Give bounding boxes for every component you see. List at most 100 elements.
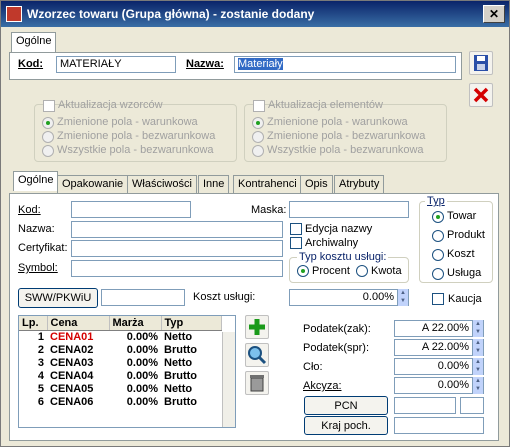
kaucja-label: Kaucja	[448, 293, 482, 305]
clo-spinner[interactable]: ▲ ▼	[472, 358, 483, 375]
typ-title: Typ	[425, 195, 447, 207]
elementow-option-3-label: Wszystkie pola - bezwarunkowa	[267, 144, 424, 156]
cell-cena: CENA05	[50, 382, 94, 395]
towar-label: Towar	[447, 210, 477, 222]
cell-marza: 0.00%	[126, 330, 158, 343]
pcn-input-2[interactable]	[460, 397, 484, 414]
search-price-button[interactable]	[245, 343, 269, 367]
cancel-button[interactable]	[469, 83, 493, 107]
header-cena[interactable]: Cena	[47, 316, 110, 331]
table-row[interactable]: 1 CENA01 0.00% Netto	[19, 330, 221, 343]
form-kod-input[interactable]	[71, 201, 191, 218]
podatek-zak-spinner[interactable]: ▲ ▼	[472, 320, 483, 337]
archiwalny-checkbox[interactable]	[290, 237, 302, 249]
produkt-label: Produkt	[447, 229, 485, 241]
cell-marza: 0.00%	[126, 369, 158, 382]
header-marza[interactable]: Marża	[109, 316, 162, 331]
app-icon	[6, 6, 22, 22]
tab-kontrahenci[interactable]: Kontrahenci	[233, 175, 302, 193]
nazwa-value: Materiały	[238, 58, 283, 70]
save-button[interactable]	[469, 51, 493, 75]
title-bar: Wzorzec towaru (Grupa główna) - zostanie…	[1, 1, 509, 27]
cell-lp: 4	[37, 369, 44, 382]
cell-typ: Brutto	[164, 395, 197, 408]
usluga-label: Usługa	[447, 267, 482, 279]
form-certyfikat-label: Certyfikat:	[18, 242, 68, 254]
tab-atrybuty[interactable]: Atrybuty	[334, 175, 385, 193]
typ-kosztu-title: Typ kosztu usługi:	[297, 251, 389, 263]
elementow-option-3-radio[interactable]	[252, 145, 264, 157]
cell-marza: 0.00%	[126, 395, 158, 408]
maska-input[interactable]	[289, 201, 409, 218]
procent-label: Procent	[312, 265, 350, 277]
form-certyfikat-input[interactable]	[71, 240, 283, 257]
kraj-pochodzenia-button[interactable]: Kraj poch.	[304, 416, 388, 435]
cell-typ: Netto	[164, 356, 193, 369]
tab-wlasciwosci[interactable]: Właściwości	[127, 175, 197, 193]
cell-cena: CENA04	[50, 369, 94, 382]
nazwa-input[interactable]: Materiały	[234, 56, 456, 73]
table-row[interactable]: 4 CENA04 0.00% Brutto	[19, 369, 221, 382]
elementow-option-2-radio[interactable]	[252, 131, 264, 143]
add-price-button[interactable]	[245, 315, 269, 339]
sww-pkwiu-input[interactable]	[101, 289, 185, 306]
grid-scrollbar[interactable]	[222, 332, 235, 427]
cell-marza: 0.00%	[126, 382, 158, 395]
podatek-spr-label: Podatek(spr):	[303, 342, 370, 354]
podatek-spr-spinner[interactable]: ▲ ▼	[472, 339, 483, 356]
kod-input[interactable]: MATERIAŁY	[56, 56, 176, 73]
tab-ogolne-top[interactable]: Ogólne	[11, 32, 57, 52]
form-kod-label: Kod:	[18, 204, 41, 216]
usluga-radio[interactable]	[432, 268, 444, 280]
produkt-radio[interactable]	[432, 230, 444, 242]
akcyza-spinner[interactable]: ▲ ▼	[472, 377, 483, 394]
cell-cena: CENA01	[50, 330, 94, 343]
koszt-uslugi-spinner[interactable]: ▲ ▼	[397, 289, 408, 306]
window-title: Wzorzec towaru (Grupa główna) - zostanie…	[27, 7, 315, 21]
table-row[interactable]: 5 CENA05 0.00% Netto	[19, 382, 221, 395]
aktualizacja-wzorcow-label: Aktualizacja wzorców	[58, 99, 163, 111]
form-symbol-input[interactable]	[71, 260, 283, 277]
aktualizacja-wzorcow-checkbox[interactable]	[43, 100, 55, 112]
tab-ogolne[interactable]: Ogólne	[13, 171, 59, 191]
sww-pkwiu-button[interactable]: SWW/PKWiU	[18, 288, 98, 308]
aktualizacja-elementow-checkbox[interactable]	[253, 100, 265, 112]
wzorcow-option-2-radio[interactable]	[42, 131, 54, 143]
akcyza-input[interactable]: 0.00%	[394, 377, 484, 394]
edycja-nazwy-checkbox[interactable]	[290, 223, 302, 235]
cell-marza: 0.00%	[126, 343, 158, 356]
elementow-option-1-radio[interactable]	[252, 117, 264, 129]
table-row[interactable]: 2 CENA02 0.00% Brutto	[19, 343, 221, 356]
wzorcow-option-3-radio[interactable]	[42, 145, 54, 157]
kod-label: Kod:	[18, 58, 44, 70]
header-lp[interactable]: Lp.	[19, 316, 48, 331]
kwota-radio[interactable]	[356, 265, 368, 277]
cell-marza: 0.00%	[126, 356, 158, 369]
delete-price-button[interactable]	[245, 371, 269, 395]
podatek-spr-input[interactable]: A 22.00%	[394, 339, 484, 356]
red-x-icon	[473, 87, 489, 103]
close-button[interactable]: ✕	[483, 5, 505, 23]
table-row[interactable]: 6 CENA06 0.00% Brutto	[19, 395, 221, 408]
kraj-pochodzenia-input[interactable]	[394, 417, 484, 434]
towar-radio[interactable]	[432, 211, 444, 223]
tab-opis[interactable]: Opis	[300, 175, 333, 193]
kaucja-checkbox[interactable]	[432, 293, 444, 305]
pcn-input-1[interactable]	[394, 397, 456, 414]
cell-typ: Netto	[164, 330, 193, 343]
koszt-uslugi-input[interactable]: 0.00%	[289, 289, 409, 306]
wzorcow-option-1-radio[interactable]	[42, 117, 54, 129]
table-row[interactable]: 3 CENA03 0.00% Netto	[19, 356, 221, 369]
prices-grid[interactable]: Lp. Cena Marża Typ 1 CENA01 0.00% Netto …	[18, 315, 236, 428]
cell-lp: 3	[37, 356, 44, 369]
cell-typ: Brutto	[164, 343, 197, 356]
koszt-radio[interactable]	[432, 249, 444, 261]
tab-opakowanie[interactable]: Opakowanie	[57, 175, 129, 193]
procent-radio[interactable]	[297, 265, 309, 277]
form-nazwa-input[interactable]	[71, 221, 283, 238]
tab-inne[interactable]: Inne	[198, 175, 230, 193]
podatek-zak-input[interactable]: A 22.00%	[394, 320, 484, 337]
pcn-button[interactable]: PCN	[304, 396, 388, 415]
clo-input[interactable]: 0.00%	[394, 358, 484, 375]
header-typ[interactable]: Typ	[161, 316, 222, 331]
